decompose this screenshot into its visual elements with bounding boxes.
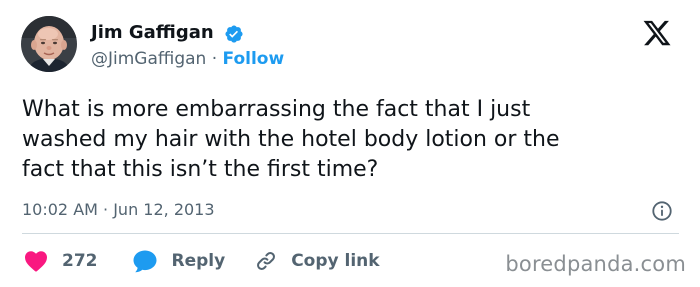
link-icon xyxy=(257,252,276,270)
handle-row: @JimGaffigan · Follow xyxy=(91,48,284,70)
copy-link-label: Copy link xyxy=(291,251,380,271)
action-bar: 272 Reply Copy link xyxy=(24,248,380,274)
info-icon[interactable] xyxy=(651,200,673,222)
x-logo-icon[interactable] xyxy=(641,18,673,48)
tweet-timestamp[interactable]: 10:02 AM · Jun 12, 2013 xyxy=(22,199,215,221)
verified-badge-icon xyxy=(225,25,243,43)
watermark: boredpanda.com xyxy=(505,252,686,276)
reply-button[interactable]: Reply xyxy=(132,249,226,273)
copy-link-button[interactable]: Copy link xyxy=(255,250,380,272)
speech-bubble-icon xyxy=(133,250,156,273)
reply-label: Reply xyxy=(171,251,226,271)
profile-photo xyxy=(21,16,77,72)
avatar[interactable] xyxy=(21,16,77,72)
heart-icon xyxy=(25,251,47,272)
like-button[interactable]: 272 xyxy=(24,250,98,272)
author-name[interactable]: Jim Gaffigan xyxy=(91,21,214,45)
follow-button[interactable]: Follow xyxy=(223,49,285,69)
divider xyxy=(22,233,679,234)
like-count: 272 xyxy=(62,251,98,271)
author-handle[interactable]: @JimGaffigan xyxy=(91,49,206,69)
separator-dot: · xyxy=(211,49,218,69)
tweet-text: What is more embarrassing the fact that … xyxy=(22,97,560,182)
